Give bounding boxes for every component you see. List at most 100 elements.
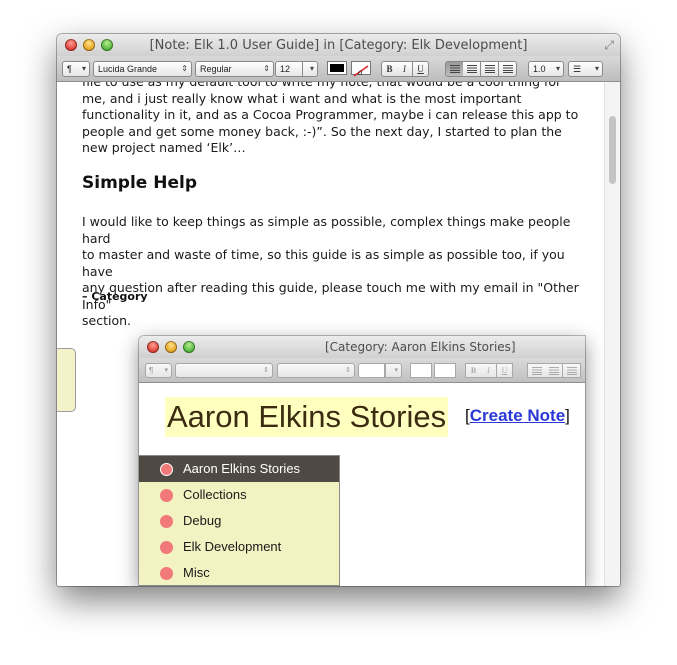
category-label: Debug	[183, 513, 222, 528]
create-note-link: Create Note	[469, 406, 566, 425]
text-line: new project named ‘Elk’…	[82, 140, 246, 155]
chevron-down-icon: ▾	[394, 367, 398, 374]
align-center-button[interactable]	[463, 61, 481, 77]
screenshot-window-title: [Category: Aaron Elkins Stories]	[325, 340, 516, 354]
list-item: Aaron Elkins Stories	[139, 456, 339, 482]
font-family-popup[interactable]: Lucida Grande ⇕	[93, 61, 192, 77]
bracket-close: ]	[565, 406, 570, 425]
chevron-down-icon: ▾	[555, 64, 560, 73]
background-color-well[interactable]: a	[351, 61, 371, 77]
popup-arrows-icon: ⇕	[345, 367, 351, 374]
text-line: people and get some money back, :-)”. So…	[82, 123, 562, 139]
screenshot-bold-button: B	[465, 363, 482, 378]
screenshot-align-right-button	[563, 363, 581, 378]
screenshot-size-field	[358, 363, 385, 378]
screenshot-title-bar: [Category: Aaron Elkins Stories]	[139, 336, 585, 358]
screenshot-window-controls	[147, 341, 195, 353]
justify-button[interactable]	[499, 61, 517, 77]
scrollbar-thumb[interactable]	[609, 116, 616, 184]
screenshot-align-left-button	[527, 363, 546, 378]
align-center-icon	[466, 65, 477, 73]
help-paragraph: I would like to keep things as simple as…	[82, 214, 587, 330]
list-item: Misc	[139, 560, 339, 586]
font-style-value: Regular	[200, 64, 232, 74]
popup-arrows-icon: ⇕	[181, 64, 188, 73]
category-label: – Category	[82, 290, 148, 303]
text-line: any question after reading this guide, p…	[82, 280, 579, 312]
paragraph-icon: ¶	[149, 366, 154, 375]
screenshot-close-icon	[147, 341, 159, 353]
bold-button[interactable]: B	[381, 61, 398, 77]
chevron-down-icon: ▾	[164, 367, 168, 374]
category-dot-icon	[160, 515, 173, 528]
screenshot-create-note: [Create Note]	[465, 406, 570, 426]
category-dot-icon	[160, 489, 173, 502]
screenshot-italic-button: I	[481, 363, 497, 378]
line-spacing-popup[interactable]: 1.0 ▾	[528, 61, 564, 77]
line-spacing-value: 1.0	[533, 64, 546, 74]
note-editor[interactable]: file to use as my default tool to write …	[57, 82, 605, 586]
screenshot-bg-color-well	[434, 363, 456, 378]
text-line: me, and i just really know what i want a…	[82, 90, 522, 106]
align-left-icon	[449, 65, 460, 73]
vertical-scrollbar[interactable]	[604, 82, 620, 586]
popup-arrows-icon: ⇕	[263, 367, 269, 374]
screenshot-underline-button: U	[497, 363, 513, 378]
underline-button[interactable]: U	[413, 61, 429, 77]
format-toolbar: ¶ ▾ Lucida Grande ⇕ Regular ⇕ 12 ▾ a B I	[57, 56, 620, 82]
align-right-button[interactable]	[481, 61, 499, 77]
text-color-well[interactable]	[327, 61, 347, 75]
text-line: to master and waste of time, so this gui…	[82, 247, 565, 279]
italic-button[interactable]: I	[397, 61, 413, 77]
chevron-down-icon: ▾	[594, 64, 599, 73]
align-left-button[interactable]	[445, 61, 464, 77]
font-size-value: 12	[280, 64, 291, 74]
chevron-down-icon: ▾	[309, 64, 314, 73]
screenshot-toolbar: ¶ ▾ ⇕ ⇕ ▾ B I U	[139, 358, 585, 383]
align-right-icon	[566, 367, 577, 375]
screenshot-minimize-icon	[165, 341, 177, 353]
screenshot-style-popup: ⇕	[277, 363, 355, 378]
text-line: section.	[82, 313, 131, 328]
screenshot-zoom-icon	[183, 341, 195, 353]
list-item: Collections	[139, 482, 339, 508]
align-center-icon	[548, 367, 559, 375]
window-title: [Note: Elk 1.0 User Guide] in [Category:…	[149, 38, 528, 53]
category-label: Elk Development	[183, 539, 282, 554]
category-dot-icon	[160, 463, 173, 476]
category-label: Misc	[183, 565, 210, 580]
chevron-down-icon: ▾	[81, 64, 86, 73]
screenshot-align-center-button	[545, 363, 563, 378]
title-bar[interactable]: [Note: Elk 1.0 User Guide] in [Category:…	[57, 34, 620, 56]
font-family-value: Lucida Grande	[98, 64, 158, 74]
screenshot-category-heading: Aaron Elkins Stories	[165, 397, 449, 437]
align-justify-icon	[502, 65, 513, 73]
text-line: functionality in it, and as a Cocoa Prog…	[82, 107, 579, 122]
font-size-popup[interactable]: ▾	[302, 61, 318, 77]
align-right-icon	[484, 65, 495, 73]
list-bullets-icon: ☰	[573, 64, 582, 74]
paragraph-style-popup[interactable]: ¶ ▾	[62, 61, 90, 77]
screenshot-paragraph-popup: ¶ ▾	[145, 363, 172, 378]
category-dot-icon	[160, 567, 173, 580]
list-item: Debug	[139, 508, 339, 534]
screenshot-text-color-well	[410, 363, 432, 378]
main-window: [Note: Elk 1.0 User Guide] in [Category:…	[57, 34, 620, 586]
section-heading: Simple Help	[82, 173, 197, 193]
text-color-swatch	[330, 64, 344, 72]
intro-paragraph: file to use as my default tool to write …	[82, 82, 587, 157]
list-item: Elk Development	[139, 534, 339, 560]
list-style-popup[interactable]: ☰ ▾	[568, 61, 603, 77]
no-color-icon: a	[353, 65, 369, 77]
screenshot-font-popup: ⇕	[175, 363, 273, 378]
category-dot-icon	[160, 541, 173, 554]
category-label: Aaron Elkins Stories	[183, 461, 301, 476]
font-size-field[interactable]: 12	[275, 61, 303, 77]
font-style-popup[interactable]: Regular ⇕	[195, 61, 274, 77]
align-left-icon	[531, 367, 542, 375]
embedded-screenshot: [Category: Aaron Elkins Stories] ¶ ▾ ⇕ ⇕…	[139, 336, 585, 586]
fullscreen-icon[interactable]: ⤢	[604, 38, 614, 53]
svg-text:a: a	[358, 67, 363, 77]
popup-arrows-icon: ⇕	[263, 64, 270, 73]
side-drawer-tab[interactable]	[57, 348, 76, 412]
